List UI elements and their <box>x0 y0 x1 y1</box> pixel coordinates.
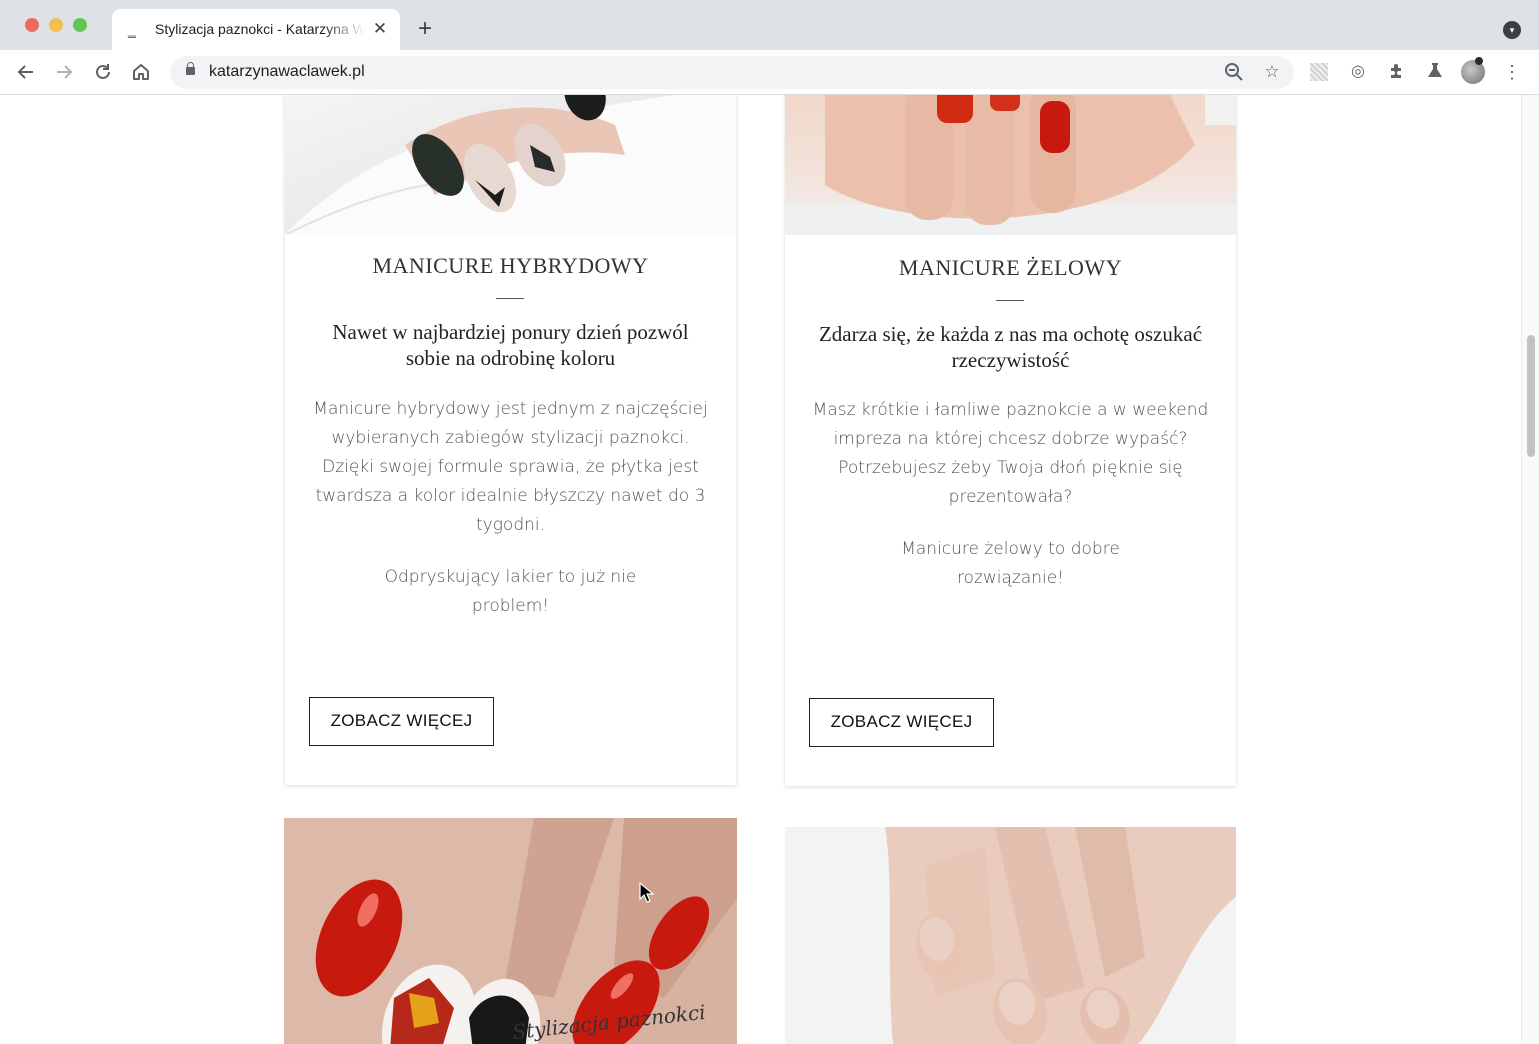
menu-kebab-icon[interactable]: ⋮ <box>1501 61 1523 83</box>
qr-extension-icon[interactable] <box>1310 63 1328 81</box>
see-more-button[interactable]: ZOBACZ WIĘCEJ <box>809 698 994 747</box>
reload-icon[interactable] <box>90 59 116 85</box>
service-card-hybrid: MANICURE HYBRYDOWY Nawet w najbardziej p… <box>285 95 736 785</box>
card-title: MANICURE HYBRYDOWY <box>372 253 649 278</box>
close-window-button[interactable] <box>25 18 39 32</box>
card-paragraph: Manicure żelowy to dobre rozwiązanie! <box>901 539 1120 588</box>
browser-toolbar: katarzynawaclawek.pl ☆ ◎ ⋮ <box>0 50 1539 95</box>
nude-nails-photo <box>785 827 1236 1044</box>
service-card-gel: MANICURE ŻELOWY Zdarza się, że każda z n… <box>785 95 1236 786</box>
nail-art-photo: Stylizacja paznokci <box>284 818 737 1044</box>
address-bar[interactable]: katarzynawaclawek.pl ☆ <box>170 56 1294 89</box>
title-divider <box>996 300 1024 301</box>
see-more-button[interactable]: ZOBACZ WIĘCEJ <box>309 697 494 746</box>
browser-tab[interactable]: ‗ Stylizacja paznokci - Katarzyna Wacław… <box>112 9 400 50</box>
bookmark-star-icon[interactable]: ☆ <box>1260 60 1284 84</box>
close-tab-icon[interactable]: ✕ <box>370 19 390 39</box>
tab-title: Stylizacja paznokci - Katarzyna Wacławek <box>155 21 365 37</box>
lock-icon[interactable] <box>186 62 195 75</box>
maximize-window-button[interactable] <box>73 18 87 32</box>
camera-extension-icon[interactable]: ◎ <box>1347 61 1369 83</box>
card-paragraph: Manicure hybrydowy jest jednym z najczęś… <box>313 399 708 535</box>
zoom-out-icon[interactable] <box>1222 60 1246 84</box>
scrollbar-thumb[interactable] <box>1527 335 1535 457</box>
labs-flask-icon[interactable] <box>1424 61 1446 83</box>
forward-arrow-icon[interactable] <box>51 59 77 85</box>
extensions-icon[interactable] <box>1386 61 1408 83</box>
page-viewport: MANICURE HYBRYDOWY Nawet w najbardziej p… <box>0 95 1539 1044</box>
nail-polish-favicon-icon: ‗ <box>128 22 136 38</box>
card-description: Manicure hybrydowy jest jednym z najczęś… <box>303 395 718 644</box>
back-arrow-icon[interactable] <box>13 59 39 85</box>
card-title: MANICURE ŻELOWY <box>898 255 1123 280</box>
minimize-window-button[interactable] <box>49 18 63 32</box>
tab-strip: ‗ Stylizacja paznokci - Katarzyna Wacław… <box>0 0 1539 50</box>
title-divider <box>496 298 524 299</box>
card-subtitle: Zdarza się, że każda z nas ma ochotę osz… <box>818 322 1203 372</box>
url-text[interactable]: katarzynawaclawek.pl <box>209 63 365 81</box>
card-description: Masz krótkie i łamliwe paznokcie a w wee… <box>803 396 1218 616</box>
home-icon[interactable] <box>128 59 154 85</box>
new-tab-button[interactable]: + <box>412 17 438 43</box>
card-subtitle: Nawet w najbardziej ponury dzień pozwól … <box>332 320 689 370</box>
profile-avatar-icon[interactable] <box>1461 57 1485 84</box>
tab-search-icon[interactable]: ▾ <box>1503 21 1521 39</box>
page-scrollbar[interactable] <box>1521 95 1539 1044</box>
hybrid-manicure-photo <box>285 95 736 234</box>
card-paragraph: Odpryskujący lakier to już nie problem! <box>384 567 637 616</box>
card-paragraph: Masz krótkie i łamliwe paznokcie a w wee… <box>812 400 1209 507</box>
gel-manicure-photo <box>785 95 1236 235</box>
